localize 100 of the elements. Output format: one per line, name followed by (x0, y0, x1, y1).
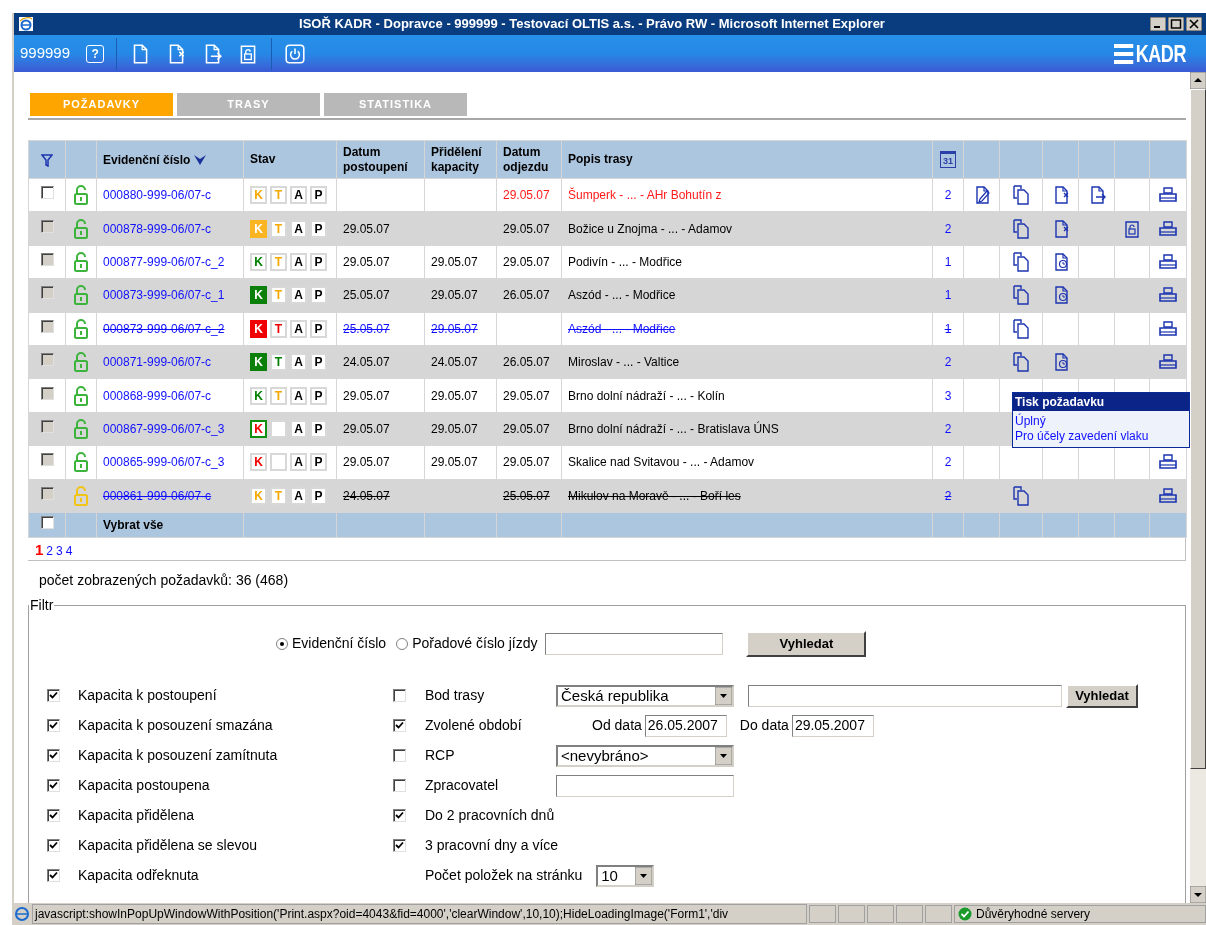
search-button[interactable]: Vyhledat (1066, 683, 1138, 708)
page-link[interactable]: 3 (56, 544, 63, 557)
checkbox[interactable] (47, 719, 60, 733)
checkbox-label[interactable]: Kapacita přidělena se slevou (78, 835, 257, 857)
input-field[interactable] (748, 684, 1062, 707)
radio-button[interactable] (276, 637, 288, 650)
checkbox-label[interactable]: Bod trasy (425, 685, 556, 707)
checkbox-label[interactable]: Kapacita k postoupení (78, 685, 217, 707)
column-header: Popis trasy (561, 140, 933, 179)
checkbox-label[interactable]: Kapacita k posouzení smazána (78, 715, 273, 737)
column-header: Přidělení kapacity (424, 140, 497, 179)
checkbox[interactable] (393, 719, 406, 733)
status-letter: A (290, 286, 307, 305)
radio-button[interactable] (396, 637, 409, 650)
caret-icon[interactable] (715, 686, 732, 705)
checkbox[interactable] (47, 869, 60, 883)
checkbox-label[interactable]: Kapacita přidělena (78, 805, 194, 827)
table-cell: Mikulov na Moravě - ... - Boří les (561, 479, 933, 513)
page-link[interactable]: 1 (35, 541, 44, 557)
input-field[interactable]: 29.05.2007 (791, 714, 874, 737)
status-letter: K (250, 252, 267, 271)
scroll-down-icon[interactable] (1190, 886, 1206, 903)
menu-item[interactable]: Úplný (1015, 414, 1187, 429)
caret-icon[interactable] (635, 866, 653, 885)
page-link[interactable]: 4 (65, 544, 73, 557)
calendar-icon[interactable]: 31 (940, 150, 956, 168)
checkbox-label[interactable]: Kapacita postoupena (78, 775, 210, 797)
column-header: Datum odjezdu (496, 140, 562, 179)
status-letter: P (310, 486, 327, 505)
status-letter: A (290, 252, 307, 271)
radio-label[interactable]: Evidenční číslo (292, 633, 387, 655)
input-field[interactable] (545, 632, 724, 655)
status-letter: T (270, 319, 287, 338)
select-all-label[interactable]: Vybrat vše (96, 512, 244, 538)
input-field[interactable] (556, 774, 734, 797)
empty-status-box (270, 453, 287, 472)
checkbox[interactable] (393, 809, 406, 823)
status-letter: K (250, 353, 267, 372)
input-field[interactable]: 26.05.2007 (644, 714, 727, 737)
table-cell: 25.05.07 (336, 278, 425, 313)
table-cell: 29.05.07 (336, 412, 425, 446)
caret-icon[interactable] (715, 746, 732, 765)
dropdown[interactable]: Česká republika (556, 684, 734, 707)
checkbox[interactable] (40, 515, 54, 529)
user-id: 999999 (19, 43, 72, 64)
checkbox-label[interactable]: Kapacita odřeknuta (78, 865, 199, 887)
status-pane (925, 905, 952, 923)
status-letter: A (290, 386, 307, 405)
checkbox-label[interactable]: RCP (425, 745, 556, 767)
close-icon[interactable] (1186, 17, 1202, 31)
dropdown[interactable]: <nevybráno> (556, 744, 734, 767)
table-cell: 29.05.07 (496, 378, 562, 413)
dropdown[interactable]: 10 (596, 864, 655, 887)
result-count: počet zobrazených požadavků: 36 (468) (39, 570, 290, 590)
route-count[interactable]: 2 (932, 178, 964, 212)
status-letter: P (310, 419, 327, 438)
maximize-icon[interactable] (1168, 17, 1184, 31)
checkbox-label[interactable]: Kapacita k posouzení zamítnuta (78, 745, 278, 767)
status-letter: T (270, 286, 287, 305)
scrollbar[interactable] (1190, 72, 1206, 903)
status-letter: A (290, 353, 307, 372)
checkbox-label[interactable]: 3 pracovní dny a více (425, 835, 556, 857)
table-cell: 24.05.07 (336, 479, 425, 513)
page-link[interactable]: 2 (46, 544, 54, 557)
table-cell: 29.05.07 (496, 245, 562, 279)
checkbox[interactable] (40, 186, 54, 200)
radio-label[interactable]: Pořadové číslo jízdy (412, 633, 538, 655)
table-cell: 26.05.07 (496, 345, 562, 379)
filter-icon[interactable] (41, 153, 53, 167)
table-cell: Šumperk - ... - AHr Bohutín z (561, 178, 933, 212)
table-cell: Brno dolní nádraží - ... - Bratislava ÚNS (561, 412, 933, 446)
checkbox[interactable] (393, 839, 406, 853)
search-button[interactable]: Vyhledat (746, 630, 867, 657)
table-cell: 24.05.07 (336, 345, 425, 379)
page-icon (14, 906, 30, 922)
checkbox-label[interactable]: Zpracovatel (425, 775, 556, 797)
copy-icon[interactable] (1011, 185, 1031, 206)
checkbox-label[interactable]: Do 2 pracovních dnů (425, 805, 556, 827)
status-letter: A (290, 219, 307, 238)
checkbox[interactable] (47, 749, 60, 763)
table-cell: 29.05.07 (336, 445, 425, 479)
checkbox[interactable] (47, 809, 60, 823)
checkbox[interactable] (393, 689, 406, 703)
minimize-icon[interactable] (1150, 17, 1166, 31)
checkbox[interactable] (47, 779, 60, 793)
table-cell: Aszód - ... - Modřice (561, 312, 933, 346)
popup-title: Tisk požadavku (1013, 393, 1189, 411)
menu-item[interactable]: Pro účely zavedení vlaku (1015, 429, 1187, 444)
help-icon[interactable]: ? (86, 44, 105, 63)
sort-down-icon[interactable] (193, 153, 208, 166)
checkbox-label[interactable]: Zvolené období (425, 715, 556, 737)
power-icon[interactable] (284, 42, 307, 65)
checkbox[interactable] (47, 839, 60, 853)
checkbox[interactable] (393, 779, 406, 793)
checkbox[interactable] (393, 749, 406, 763)
status-letter: T (270, 353, 287, 372)
status-letter: P (310, 386, 327, 405)
status-pane (809, 905, 836, 923)
scroll-up-icon[interactable] (1190, 72, 1206, 89)
checkbox[interactable] (47, 689, 60, 703)
